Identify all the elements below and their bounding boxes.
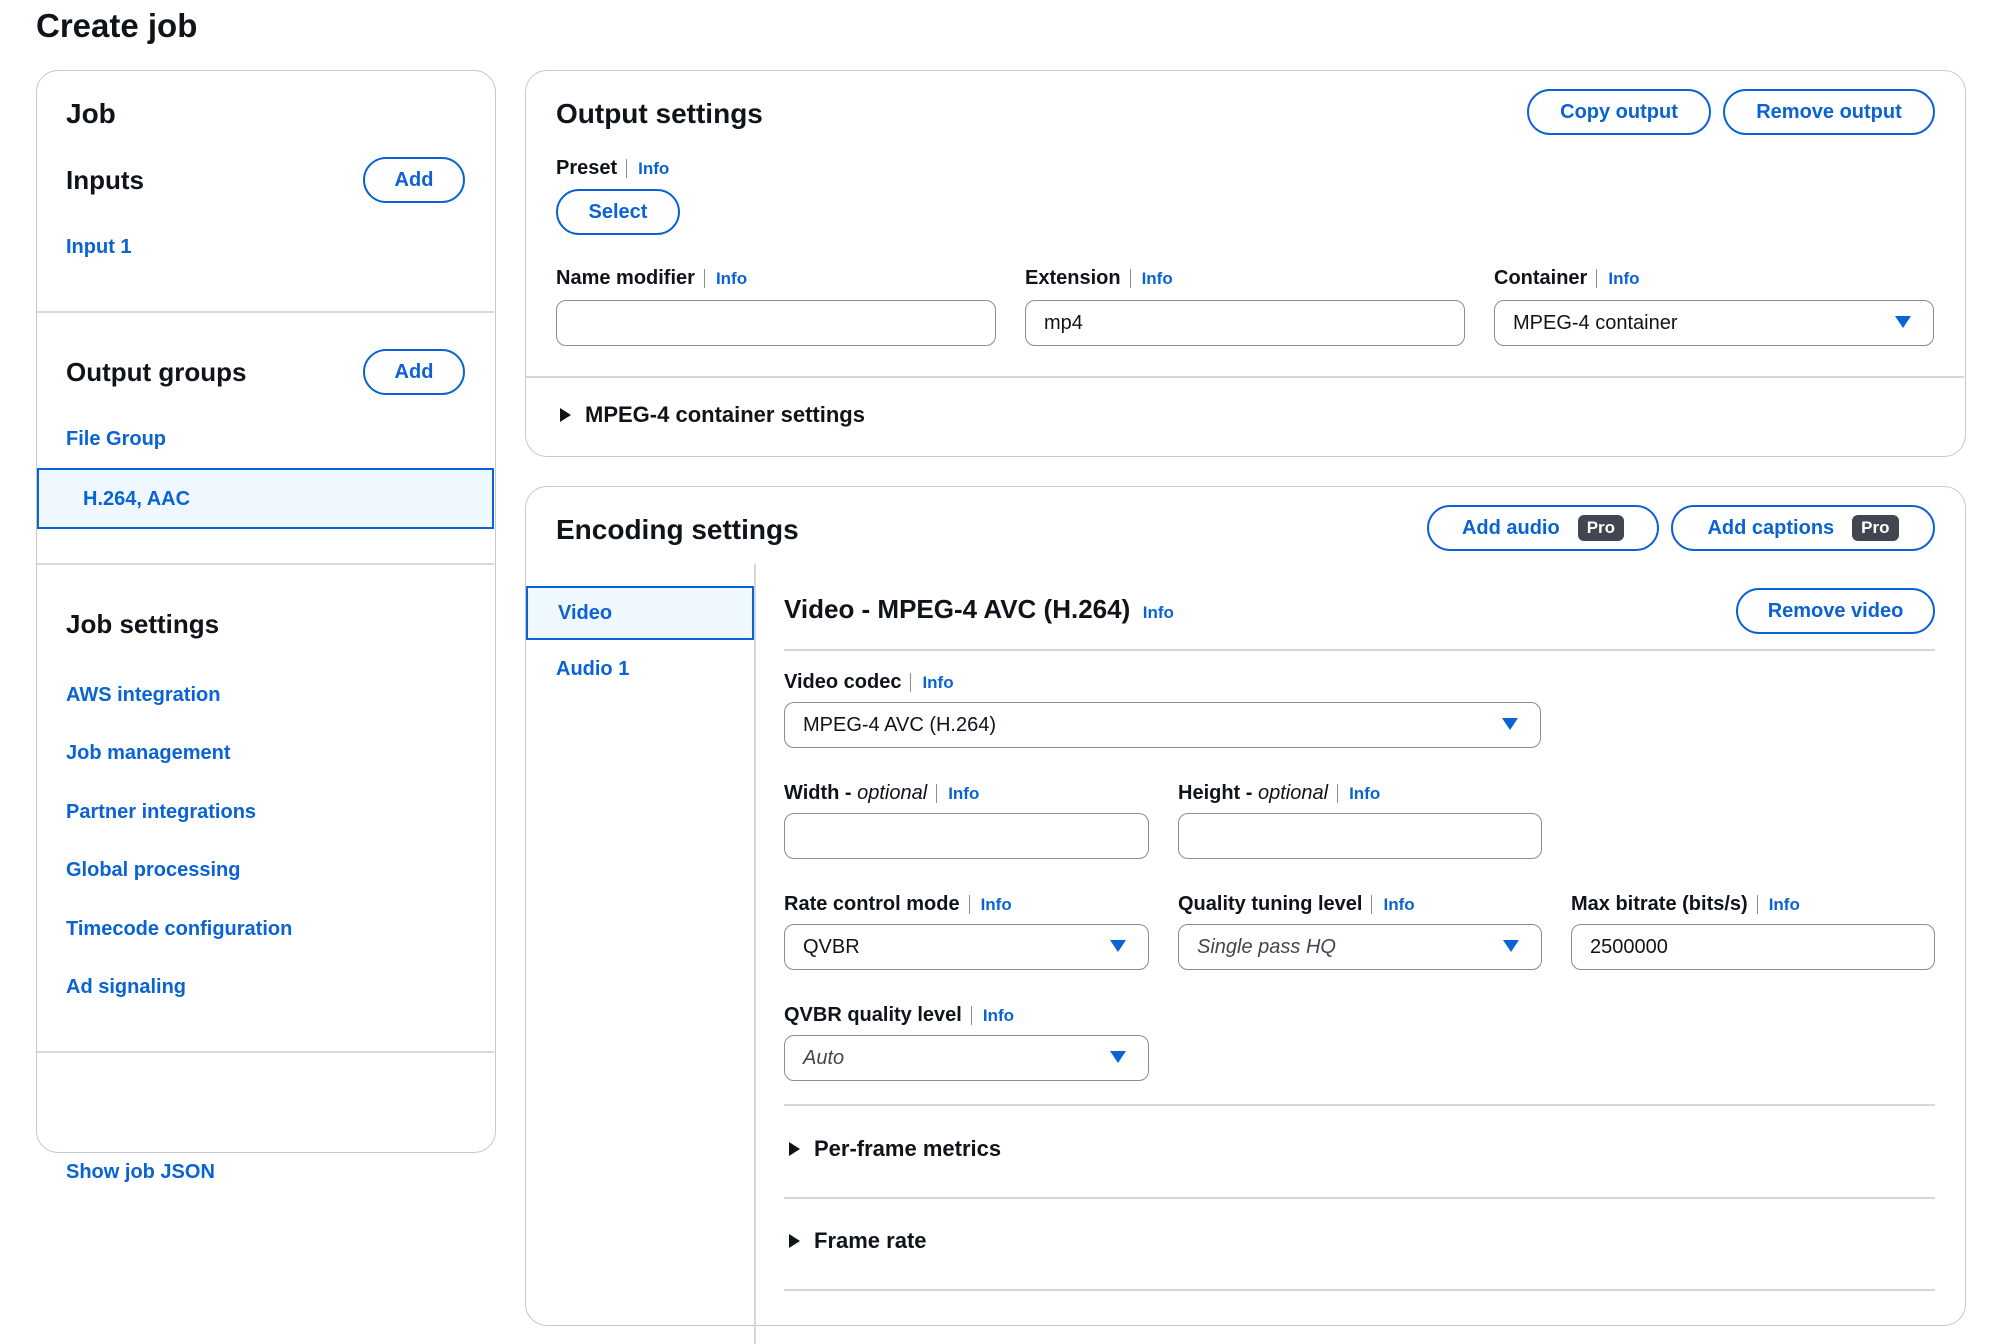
quality-tuning-info-link[interactable]: Info xyxy=(1371,895,1415,914)
caret-right-icon xyxy=(789,1142,800,1156)
aws-integration-link[interactable]: AWS integration xyxy=(66,682,220,708)
quality-tuning-level-label: Quality tuning level Info xyxy=(1178,893,1415,915)
show-job-json-link[interactable]: Show job JSON xyxy=(66,1159,215,1185)
caret-down-icon xyxy=(1502,718,1518,730)
extension-input[interactable] xyxy=(1025,300,1465,346)
width-label: Width - optional Info xyxy=(784,782,980,804)
page-title: Create job xyxy=(36,7,198,44)
video-codec-info-link[interactable]: Info xyxy=(910,673,954,692)
quality-tuning-value: Single pass HQ xyxy=(1197,935,1336,958)
file-group-link[interactable]: File Group xyxy=(66,426,166,452)
video-title-text: Video - MPEG-4 AVC (H.264) xyxy=(784,594,1131,624)
job-navigation-panel: Job Inputs Add Input 1 Output groups Add… xyxy=(36,70,496,1183)
remove-output-button[interactable]: Remove output xyxy=(1723,89,1935,135)
caret-down-icon xyxy=(1110,940,1126,952)
tab-video-label: Video xyxy=(558,602,613,624)
add-audio-label: Add audio xyxy=(1461,516,1560,539)
output-groups-heading: Output groups xyxy=(66,357,247,387)
frame-rate-label: Frame rate xyxy=(814,1228,927,1253)
encoding-settings-title: Encoding settings xyxy=(556,514,799,545)
caret-down-icon xyxy=(1503,940,1519,952)
job-management-link[interactable]: Job management xyxy=(66,740,230,766)
job-heading: Job xyxy=(66,98,116,129)
quality-tuning-level-select[interactable]: Single pass HQ xyxy=(1178,924,1542,970)
tab-divider xyxy=(754,564,756,1344)
container-label: Container Info xyxy=(1494,267,1640,289)
caret-down-icon xyxy=(1895,316,1911,328)
extension-label: Extension Info xyxy=(1025,267,1173,289)
width-input[interactable] xyxy=(784,813,1149,859)
divider xyxy=(784,649,1935,651)
max-bitrate-input[interactable] xyxy=(1571,924,1935,970)
rate-control-info-link[interactable]: Info xyxy=(968,895,1012,914)
video-codec-value: MPEG-4 AVC (H.264) xyxy=(803,713,997,736)
job-settings-heading: Job settings xyxy=(66,609,220,639)
caret-right-icon xyxy=(560,408,571,422)
max-bitrate-info-link[interactable]: Info xyxy=(1756,895,1800,914)
caret-right-icon xyxy=(789,1234,800,1248)
select-preset-button[interactable]: Select xyxy=(556,189,680,235)
video-codec-select[interactable]: MPEG-4 AVC (H.264) xyxy=(784,702,1541,748)
partner-integrations-link[interactable]: Partner integrations xyxy=(66,799,256,825)
divider xyxy=(784,1104,1935,1106)
divider xyxy=(526,376,1964,378)
width-info-link[interactable]: Info xyxy=(936,784,980,803)
add-captions-label: Add captions xyxy=(1707,516,1835,539)
qvbr-quality-level-select[interactable]: Auto xyxy=(784,1035,1149,1081)
container-info-link[interactable]: Info xyxy=(1596,269,1640,288)
global-processing-link[interactable]: Global processing xyxy=(66,857,240,883)
output-h264-aac-item[interactable]: H.264, AAC xyxy=(37,468,494,529)
rate-control-value: QVBR xyxy=(803,935,860,958)
qvbr-quality-level-label: QVBR quality level Info xyxy=(784,1004,1014,1026)
mpeg4-container-settings-expander[interactable]: MPEG-4 container settings xyxy=(560,402,865,428)
caret-down-icon xyxy=(1110,1051,1126,1063)
per-frame-metrics-label: Per-frame metrics xyxy=(814,1136,1002,1161)
extension-info-link[interactable]: Info xyxy=(1129,269,1173,288)
divider xyxy=(784,1289,1935,1291)
qvbr-quality-value: Auto xyxy=(803,1046,845,1069)
divider xyxy=(784,1197,1935,1199)
remove-video-button[interactable]: Remove video xyxy=(1736,588,1935,634)
add-output-group-button[interactable]: Add xyxy=(363,349,465,395)
divider xyxy=(37,563,494,565)
per-frame-metrics-expander[interactable]: Per-frame metrics xyxy=(789,1136,1001,1162)
frame-rate-expander[interactable]: Frame rate xyxy=(789,1228,927,1254)
name-modifier-info-link[interactable]: Info xyxy=(703,269,748,288)
inputs-heading: Inputs xyxy=(66,165,144,195)
preset-label: Preset Info xyxy=(556,157,670,179)
timecode-configuration-link[interactable]: Timecode configuration xyxy=(66,916,292,942)
mpeg4-container-settings-label: MPEG-4 container settings xyxy=(585,402,865,427)
copy-output-button[interactable]: Copy output xyxy=(1527,89,1711,135)
output-settings-title: Output settings xyxy=(556,98,763,129)
video-codec-label: Video codec Info xyxy=(784,671,954,693)
add-input-button[interactable]: Add xyxy=(363,157,465,203)
tab-audio-1[interactable]: Audio 1 xyxy=(556,656,629,682)
name-modifier-label: Name modifier Info xyxy=(556,267,748,289)
divider xyxy=(37,311,494,313)
pro-badge: Pro xyxy=(1577,515,1625,541)
height-label: Height - optional Info xyxy=(1178,782,1381,804)
pro-badge: Pro xyxy=(1852,515,1899,541)
rate-control-mode-select[interactable]: QVBR xyxy=(784,924,1149,970)
ad-signaling-link[interactable]: Ad signaling xyxy=(66,974,186,1000)
divider xyxy=(37,1051,494,1053)
height-input[interactable] xyxy=(1178,813,1542,859)
rate-control-mode-label: Rate control mode Info xyxy=(784,893,1012,915)
tab-video[interactable]: Video xyxy=(526,586,754,640)
container-select-value: MPEG-4 container xyxy=(1513,311,1678,334)
max-bitrate-label: Max bitrate (bits/s) Info xyxy=(1571,893,1800,915)
name-modifier-input[interactable] xyxy=(556,300,996,346)
container-select[interactable]: MPEG-4 container xyxy=(1494,300,1934,346)
qvbr-info-link[interactable]: Info xyxy=(970,1006,1014,1025)
preset-info-link[interactable]: Info xyxy=(626,159,670,178)
video-info-link[interactable]: Info xyxy=(1143,603,1174,622)
height-info-link[interactable]: Info xyxy=(1337,784,1381,803)
add-audio-button[interactable]: Add audio Pro xyxy=(1427,505,1659,551)
input-1-link[interactable]: Input 1 xyxy=(66,234,132,260)
video-section-title: Video - MPEG-4 AVC (H.264) Info xyxy=(784,593,1174,626)
add-captions-button[interactable]: Add captions Pro xyxy=(1671,505,1935,551)
encoding-settings-panel: Encoding settings Add audio Pro Add capt… xyxy=(525,486,1966,1344)
output-h264-aac-label: H.264, AAC xyxy=(83,487,191,510)
output-settings-panel: Output settings Copy output Remove outpu… xyxy=(525,70,1966,457)
